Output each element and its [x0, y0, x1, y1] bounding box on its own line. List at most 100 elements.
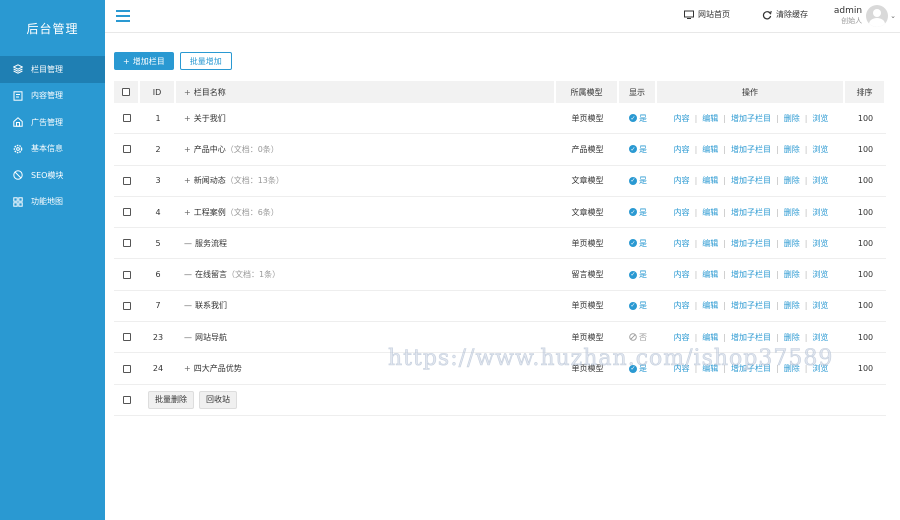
row-select-cell: [114, 166, 140, 196]
tree-toggle-icon[interactable]: +: [184, 208, 191, 217]
edit-link[interactable]: 编辑: [702, 113, 718, 124]
delete-link[interactable]: 删除: [784, 300, 800, 311]
edit-link[interactable]: 编辑: [702, 175, 718, 186]
add-subcategory-link[interactable]: 增加子栏目: [731, 113, 771, 124]
edit-link[interactable]: 编辑: [702, 363, 718, 374]
footer-select-checkbox[interactable]: [123, 395, 131, 404]
doc-count: （文档：0条）: [225, 144, 279, 154]
sidebar-item-4[interactable]: 基本信息: [0, 136, 105, 163]
tree-toggle-icon[interactable]: +: [184, 364, 191, 373]
menu-toggle-icon[interactable]: [116, 10, 130, 22]
add-subcategory-link[interactable]: 增加子栏目: [731, 269, 771, 280]
tree-toggle-icon[interactable]: —: [184, 270, 192, 279]
edit-link[interactable]: 编辑: [702, 207, 718, 218]
user-menu[interactable]: admin 创始人 ⌄: [834, 5, 896, 27]
tree-toggle-icon[interactable]: —: [184, 239, 192, 248]
delete-link[interactable]: 删除: [784, 238, 800, 249]
table-row: 6 — 在线留言 （文档：1条） 留言模型 ✓ 是 内容 | 编辑 | 增加子栏目 | 删除 | 浏览 100: [114, 259, 886, 291]
content-link[interactable]: 内容: [674, 363, 690, 374]
visibility-toggle[interactable]: ✓ 是: [629, 113, 647, 124]
visibility-toggle[interactable]: ✓ 是: [629, 300, 647, 311]
sidebar-item-3[interactable]: 广告管理: [0, 109, 105, 136]
delete-link[interactable]: 删除: [784, 144, 800, 155]
edit-link[interactable]: 编辑: [702, 269, 718, 280]
content-link[interactable]: 内容: [674, 113, 690, 124]
content-link[interactable]: 内容: [674, 332, 690, 343]
row-checkbox[interactable]: [123, 114, 131, 123]
content-link[interactable]: 内容: [674, 269, 690, 280]
visibility-toggle[interactable]: ✓ 是: [629, 144, 647, 155]
add-subcategory-link[interactable]: 增加子栏目: [731, 144, 771, 155]
content-link[interactable]: 内容: [674, 207, 690, 218]
edit-link[interactable]: 编辑: [702, 144, 718, 155]
batch-add-button[interactable]: 批量增加: [179, 52, 232, 70]
delete-link[interactable]: 删除: [784, 269, 800, 280]
tree-toggle-icon[interactable]: +: [184, 145, 191, 154]
content-link[interactable]: 内容: [674, 175, 690, 186]
delete-link[interactable]: 删除: [784, 363, 800, 374]
add-subcategory-link[interactable]: 增加子栏目: [731, 363, 771, 374]
visibility-toggle[interactable]: 否: [629, 332, 647, 343]
home-link[interactable]: 网站首页: [684, 9, 730, 20]
sidebar-item-1[interactable]: 栏目管理: [0, 56, 105, 83]
browse-link[interactable]: 浏览: [812, 175, 828, 186]
delete-link[interactable]: 删除: [784, 113, 800, 124]
delete-link[interactable]: 删除: [784, 207, 800, 218]
delete-link[interactable]: 删除: [784, 332, 800, 343]
row-checkbox[interactable]: [123, 239, 131, 248]
delete-link[interactable]: 删除: [784, 175, 800, 186]
add-subcategory-link[interactable]: 增加子栏目: [731, 238, 771, 249]
op-separator: |: [776, 207, 779, 217]
sidebar-item-2[interactable]: 内容管理: [0, 83, 105, 110]
browse-link[interactable]: 浏览: [812, 113, 828, 124]
clear-cache-button[interactable]: 清除缓存: [762, 9, 808, 20]
row-sort: 100: [857, 113, 874, 123]
browse-link[interactable]: 浏览: [812, 207, 828, 218]
visibility-toggle[interactable]: ✓ 是: [629, 269, 647, 280]
browse-link[interactable]: 浏览: [812, 363, 828, 374]
visibility-toggle[interactable]: ✓ 是: [629, 175, 647, 186]
content-link[interactable]: 内容: [674, 300, 690, 311]
browse-link[interactable]: 浏览: [812, 238, 828, 249]
row-checkbox[interactable]: [123, 176, 131, 185]
expand-all-icon[interactable]: +: [184, 88, 191, 97]
browse-link[interactable]: 浏览: [812, 332, 828, 343]
category-name: 关于我们: [193, 113, 226, 123]
row-checkbox[interactable]: [123, 364, 131, 373]
edit-link[interactable]: 编辑: [702, 238, 718, 249]
recycle-bin-button[interactable]: 回收站: [199, 390, 237, 409]
batch-delete-button[interactable]: 批量删除: [148, 390, 194, 409]
row-checkbox[interactable]: [123, 208, 131, 217]
visibility-toggle[interactable]: ✓ 是: [629, 238, 647, 249]
chevron-down-icon[interactable]: ⌄: [890, 12, 896, 20]
browse-link[interactable]: 浏览: [812, 300, 828, 311]
tree-toggle-icon[interactable]: +: [184, 114, 191, 123]
tree-toggle-icon[interactable]: +: [184, 176, 191, 185]
select-all-checkbox[interactable]: [122, 88, 130, 96]
add-subcategory-link[interactable]: 增加子栏目: [731, 207, 771, 218]
add-subcategory-link[interactable]: 增加子栏目: [731, 332, 771, 343]
sidebar-item-5[interactable]: SEO模块: [0, 162, 105, 189]
avatar[interactable]: [866, 5, 889, 27]
sidebar-item-label: 内容管理: [31, 91, 63, 101]
add-category-button[interactable]: + 增加栏目: [114, 52, 174, 70]
tree-toggle-icon[interactable]: —: [184, 301, 192, 310]
tree-toggle-icon[interactable]: —: [184, 333, 192, 342]
browse-link[interactable]: 浏览: [812, 269, 828, 280]
add-subcategory-link[interactable]: 增加子栏目: [731, 300, 771, 311]
content-link[interactable]: 内容: [674, 238, 690, 249]
row-checkbox[interactable]: [123, 270, 131, 279]
add-subcategory-link[interactable]: 增加子栏目: [731, 175, 771, 186]
edit-link[interactable]: 编辑: [702, 332, 718, 343]
browse-link[interactable]: 浏览: [812, 144, 828, 155]
edit-link[interactable]: 编辑: [702, 300, 718, 311]
visibility-toggle[interactable]: ✓ 是: [629, 207, 647, 218]
ad-icon: [13, 117, 23, 127]
content-link[interactable]: 内容: [674, 144, 690, 155]
sidebar-item-6[interactable]: 功能地图: [0, 189, 105, 216]
op-separator: |: [776, 238, 779, 248]
row-checkbox[interactable]: [123, 301, 131, 310]
visibility-toggle[interactable]: ✓ 是: [629, 363, 647, 374]
row-checkbox[interactable]: [123, 333, 131, 342]
row-checkbox[interactable]: [123, 145, 131, 154]
